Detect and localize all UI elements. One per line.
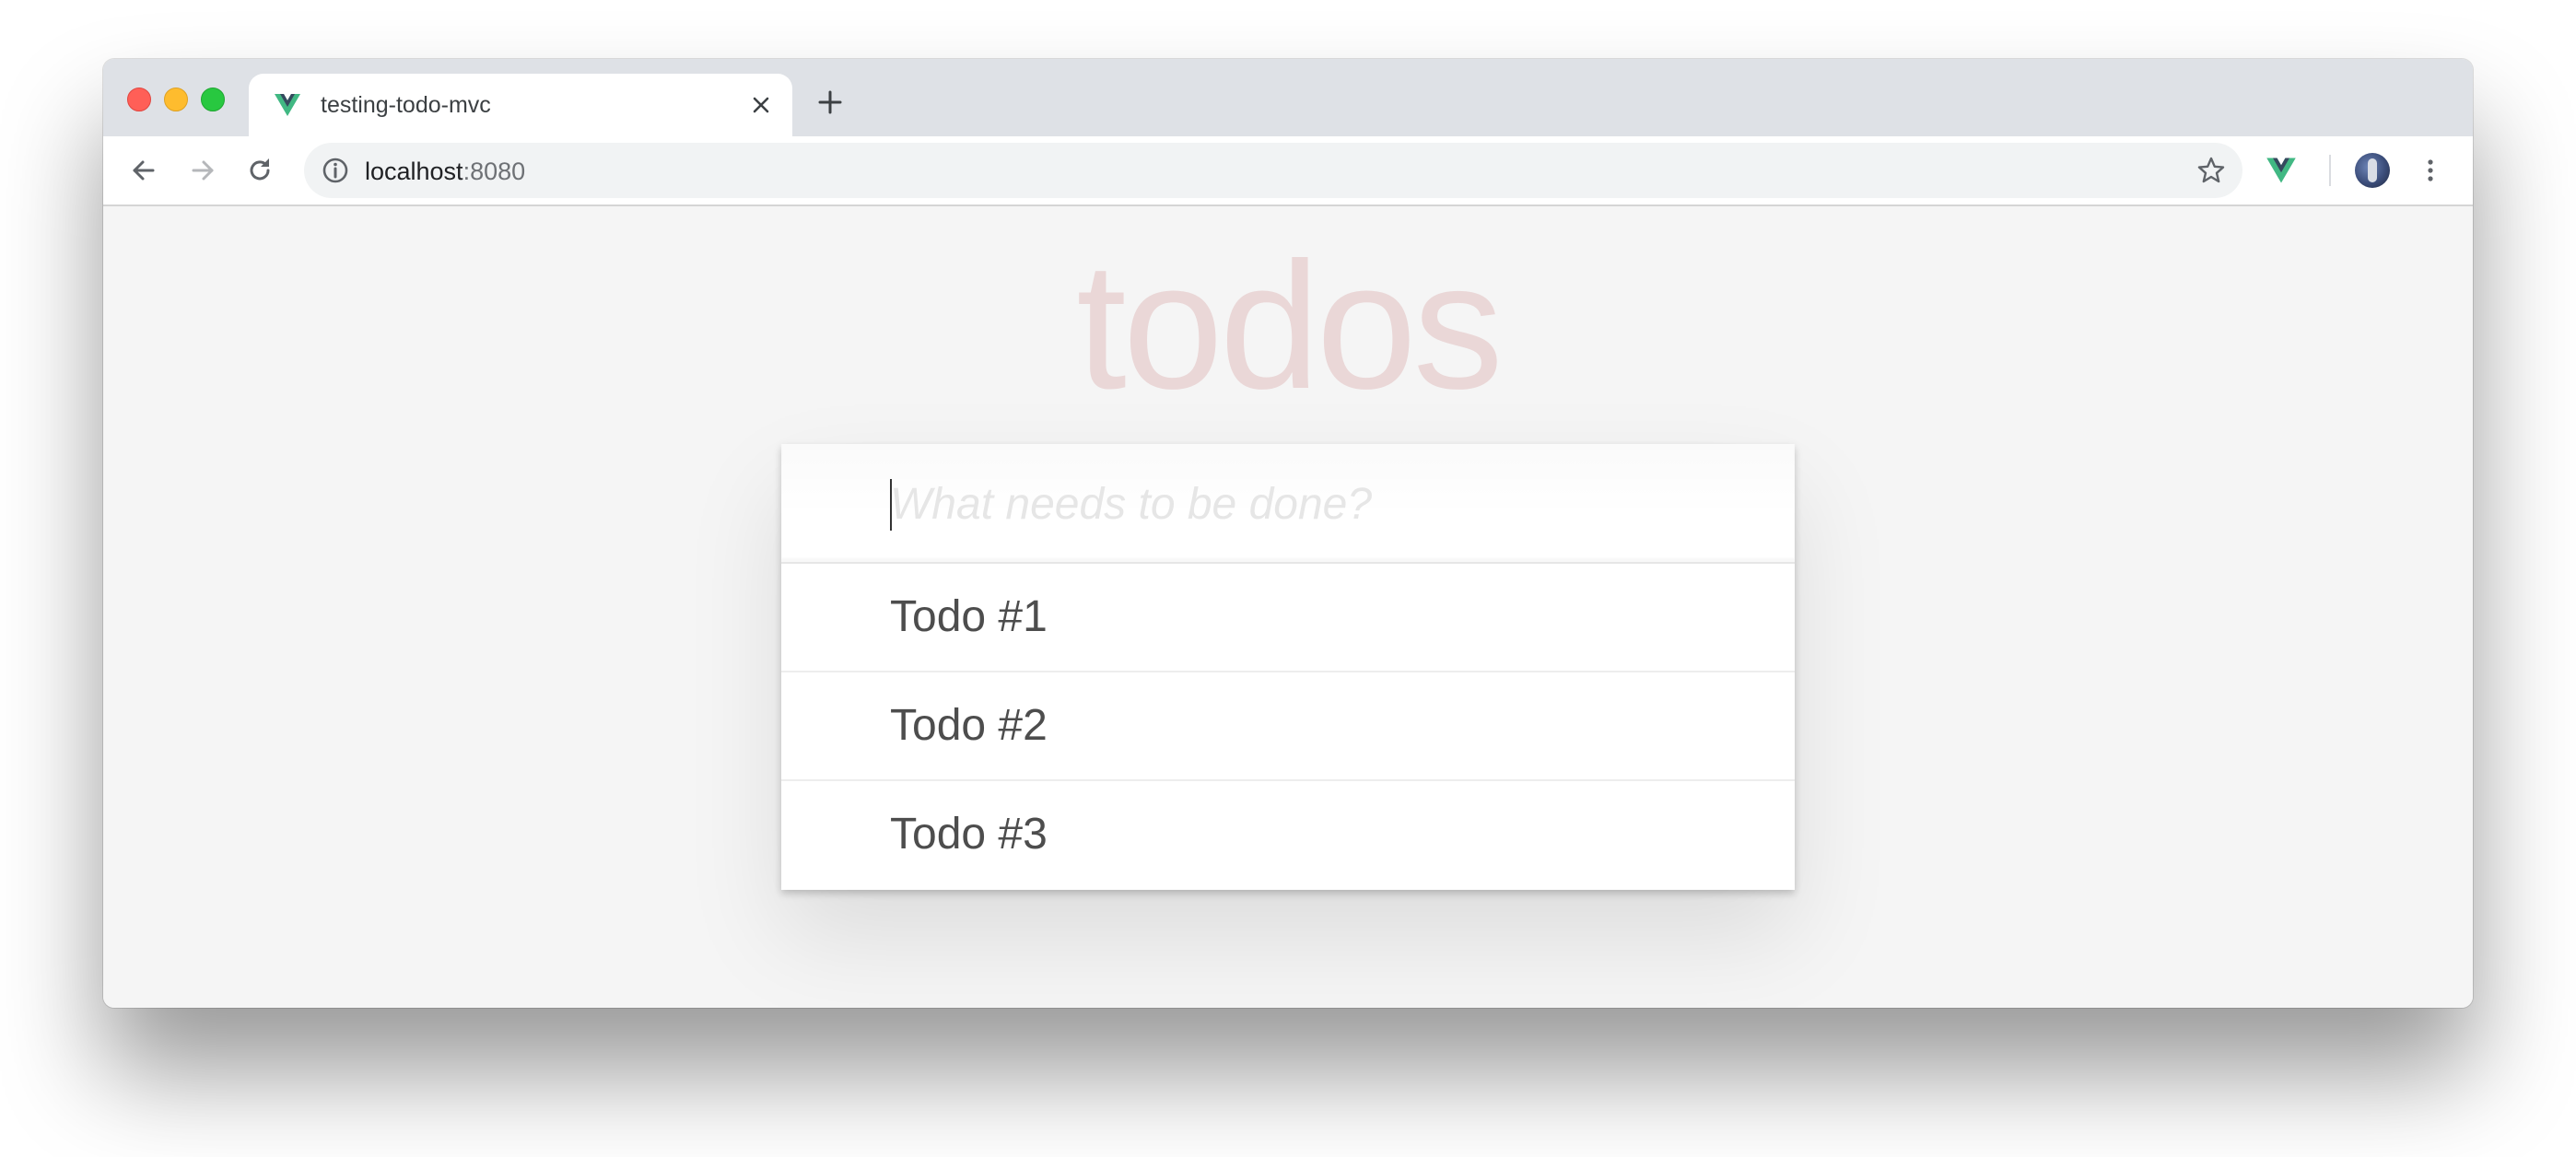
browser-toolbar: localhost:8080 — [103, 136, 2473, 206]
vue-devtools-icon[interactable] — [2265, 154, 2298, 187]
bookmark-star-icon[interactable] — [2196, 156, 2226, 185]
todo-label[interactable]: Todo #1 — [890, 591, 1048, 642]
browser-tab[interactable]: testing-todo-mvc — [249, 74, 792, 136]
todo-app: Todo #1 Todo #2 Todo #3 — [781, 444, 1795, 890]
new-todo-input[interactable] — [890, 462, 1756, 545]
reload-icon[interactable] — [245, 156, 275, 185]
minimize-window-button[interactable] — [164, 88, 188, 111]
todo-label[interactable]: Todo #3 — [890, 809, 1048, 859]
browser-window: testing-todo-mvc localhost:8080 todos Wh… — [103, 59, 2473, 1008]
info-icon[interactable] — [321, 156, 350, 185]
url-host: localhost — [365, 158, 463, 185]
todo-item[interactable]: Todo #3 — [781, 781, 1795, 890]
more-menu-icon[interactable] — [2416, 156, 2445, 185]
forward-arrow-icon[interactable] — [188, 156, 217, 185]
todo-label[interactable]: Todo #2 — [890, 700, 1048, 751]
close-tab-icon[interactable] — [748, 92, 774, 118]
todo-item[interactable]: Todo #2 — [781, 672, 1795, 781]
url-text[interactable]: localhost:8080 — [365, 158, 525, 186]
new-todo-header — [781, 444, 1795, 564]
close-window-button[interactable] — [127, 88, 151, 111]
back-arrow-icon[interactable] — [129, 156, 158, 185]
page-content: todos Todo #1 Todo #2 Todo #3 — [103, 206, 2473, 1008]
toolbar-divider — [2329, 155, 2331, 186]
maximize-window-button[interactable] — [201, 88, 225, 111]
profile-avatar[interactable] — [2355, 153, 2390, 188]
url-port: :8080 — [463, 158, 526, 185]
app-title: todos — [1076, 225, 1503, 427]
new-tab-plus-icon[interactable] — [816, 88, 844, 116]
address-bar[interactable]: localhost:8080 — [304, 143, 2242, 198]
vue-logo-icon — [275, 94, 300, 116]
todo-list: Todo #1 Todo #2 Todo #3 — [781, 564, 1795, 890]
tab-strip: testing-todo-mvc — [103, 59, 2473, 136]
text-caret — [890, 479, 892, 531]
todo-item[interactable]: Todo #1 — [781, 564, 1795, 672]
tab-title: testing-todo-mvc — [321, 92, 491, 118]
